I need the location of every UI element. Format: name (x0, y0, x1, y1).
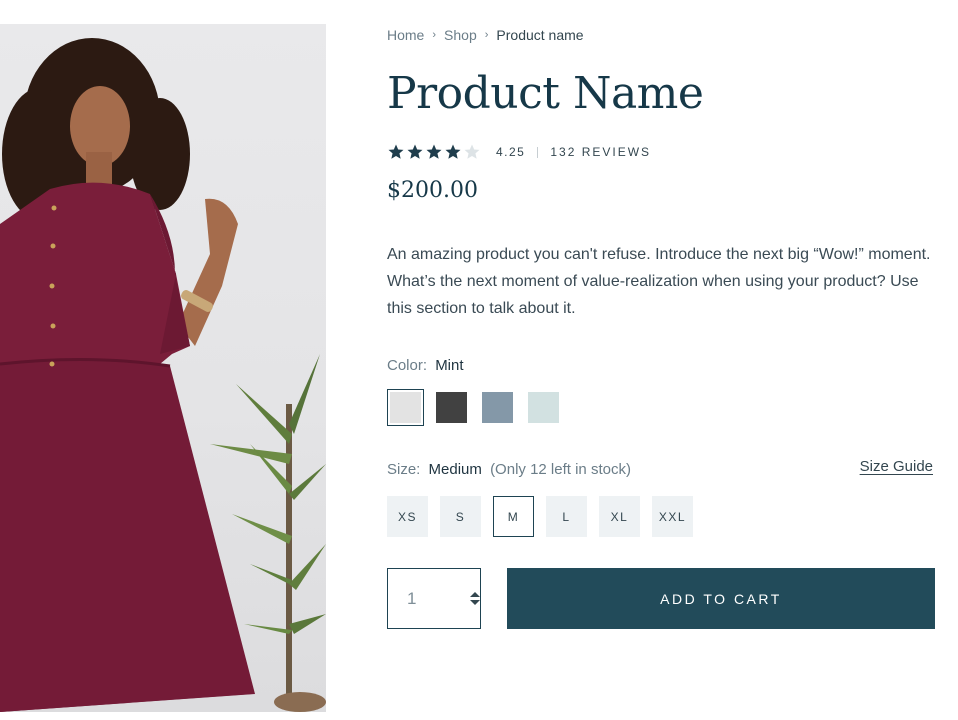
size-options: XS S M L XL XXL (387, 496, 705, 537)
quantity-input[interactable]: 1 (407, 589, 447, 609)
chevron-right-icon: › (484, 29, 489, 41)
breadcrumb-home-link[interactable]: Home (387, 27, 424, 43)
star-filled-icon (407, 144, 423, 159)
chevron-right-icon: › (432, 29, 437, 41)
divider (537, 146, 539, 158)
product-rating[interactable]: 4.25 132 REVIEWS (387, 142, 651, 162)
color-swatch-fill[interactable] (390, 392, 421, 423)
product-description: An amazing product you can't refuse. Int… (387, 246, 931, 317)
size-option-s[interactable]: S (440, 496, 481, 537)
stepper-arrows-icon[interactable] (470, 592, 480, 605)
breadcrumb: Home › Shop › Product name (387, 27, 584, 43)
color-swatch-4[interactable] (525, 389, 562, 426)
star-filled-icon (445, 144, 461, 159)
size-option-xl[interactable]: XL (599, 496, 640, 537)
color-selected-value: Mint (435, 357, 464, 374)
size-option-l[interactable]: L (546, 496, 587, 537)
chevron-up-icon[interactable] (470, 592, 480, 597)
color-label-text: Color: (387, 357, 428, 374)
size-selected-value: Medium (428, 461, 482, 478)
product-photo-illustration (0, 38, 326, 712)
product-title: Product Name (387, 68, 704, 119)
product-image (0, 24, 326, 712)
color-swatch-fill[interactable] (528, 392, 559, 423)
color-swatch-1[interactable] (387, 389, 424, 426)
size-label-text: Size: (387, 461, 421, 478)
size-option-xxl[interactable]: XXL (652, 496, 693, 537)
color-swatch-fill[interactable] (436, 392, 467, 423)
size-option-m[interactable]: M (493, 496, 534, 537)
color-swatch-2[interactable] (433, 389, 470, 426)
reviews-count-link[interactable]: 132 REVIEWS (550, 145, 651, 159)
quantity-stepper[interactable]: 1 (387, 568, 481, 629)
star-empty-icon (464, 144, 480, 159)
color-swatch-3[interactable] (479, 389, 516, 426)
size-label: Size: Medium (Only 12 left in stock) (387, 461, 631, 478)
breadcrumb-shop-link[interactable]: Shop (444, 27, 477, 43)
star-filled-icon (388, 144, 404, 159)
size-option-xs[interactable]: XS (387, 496, 428, 537)
size-guide-link[interactable]: Size Guide (860, 458, 933, 475)
product-price: $200.00 (387, 178, 478, 203)
add-to-cart-button[interactable]: ADD TO CART (507, 568, 935, 629)
stock-note: (Only 12 left in stock) (490, 461, 631, 478)
breadcrumb-current: Product name (496, 27, 584, 43)
color-swatches (387, 389, 571, 426)
star-filled-icon (426, 144, 442, 159)
rating-value: 4.25 (496, 145, 526, 159)
color-label: Color: Mint (387, 357, 464, 374)
chevron-down-icon[interactable] (470, 600, 480, 605)
color-swatch-fill[interactable] (482, 392, 513, 423)
rating-stars (387, 143, 482, 161)
